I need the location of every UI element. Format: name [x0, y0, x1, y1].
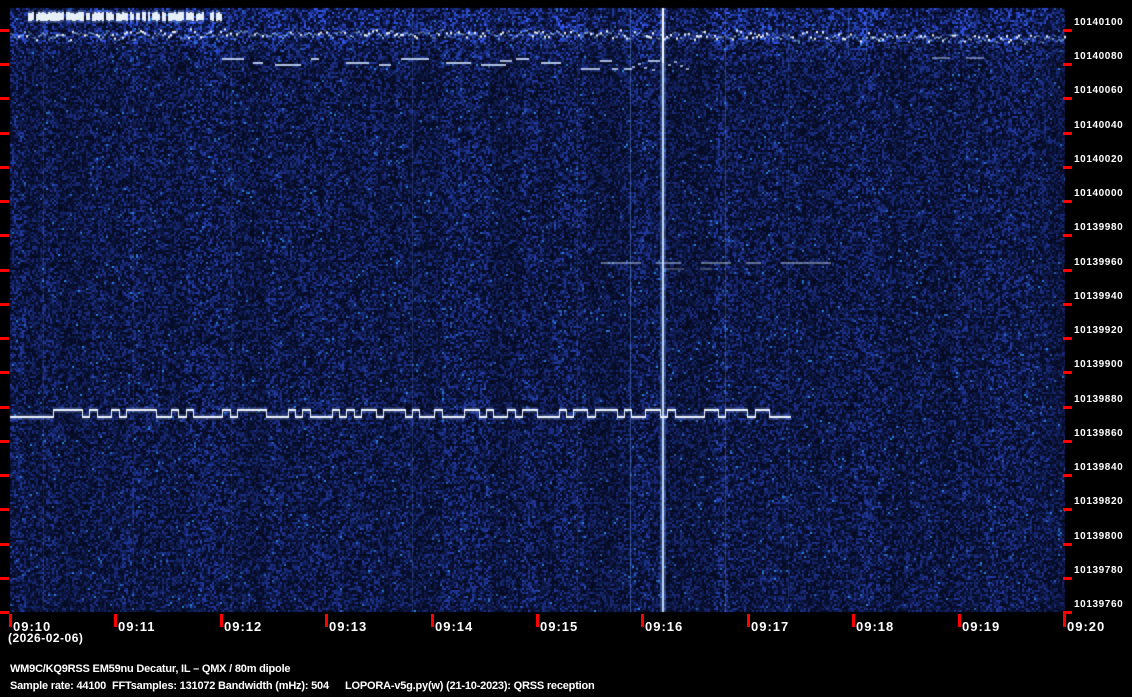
- freq-tick-right: [1063, 166, 1072, 169]
- station-info: WM9C/KQ9RSS EM59nu Decatur, IL – QMX / 8…: [10, 663, 291, 675]
- time-tick: [431, 614, 434, 627]
- freq-tick-right: [1063, 200, 1072, 203]
- freq-tick-right: [1063, 543, 1072, 546]
- freq-tick-right: [1063, 508, 1072, 511]
- freq-tick-right: [1063, 474, 1072, 477]
- time-tick: [958, 614, 961, 627]
- time-tick: [325, 614, 328, 627]
- freq-label: 10140000: [1074, 188, 1124, 199]
- freq-label: 10139920: [1074, 325, 1124, 336]
- freq-tick-left: [0, 97, 9, 100]
- time-label: 09:14: [435, 619, 474, 634]
- freq-tick-right: [1063, 440, 1072, 443]
- freq-label: 10140040: [1074, 120, 1124, 131]
- time-label: 09:16: [645, 619, 684, 634]
- time-label: 09:19: [962, 619, 1001, 634]
- freq-label: 10139980: [1074, 222, 1124, 233]
- qrss-grabber-window: 10140100 10140080 10140060 10140040 10140020…: [0, 0, 1132, 697]
- freq-tick-left: [0, 371, 9, 374]
- time-tick: [747, 614, 750, 627]
- freq-tick-right: [1063, 406, 1072, 409]
- time-tick: [9, 614, 12, 627]
- freq-tick-left: [0, 200, 9, 203]
- freq-tick-left: [0, 611, 9, 614]
- date-label: (2026-02-06): [8, 631, 84, 645]
- time-label: 09:15: [540, 619, 579, 634]
- freq-label: 10139860: [1074, 428, 1124, 439]
- freq-tick-right: [1063, 269, 1072, 272]
- time-tick: [114, 614, 117, 627]
- freq-label: 10140080: [1074, 51, 1124, 62]
- freq-tick-right: [1063, 132, 1072, 135]
- freq-tick-right: [1063, 371, 1072, 374]
- freq-tick-right: [1063, 97, 1072, 100]
- freq-tick-left: [0, 474, 9, 477]
- time-tick: [641, 614, 644, 627]
- time-tick: [536, 614, 539, 627]
- software-info: LOPORA-v5g.py(w) (21-10-2023): QRSS rece…: [345, 680, 595, 692]
- freq-label: 10139960: [1074, 257, 1124, 268]
- time-tick: [1063, 614, 1066, 627]
- freq-tick-left: [0, 234, 9, 237]
- freq-label: 10139800: [1074, 531, 1124, 542]
- time-label: 09:13: [329, 619, 368, 634]
- time-label: 09:17: [751, 619, 790, 634]
- time-label: 09:20: [1067, 619, 1106, 634]
- bandwidth-info: Bandwidth (mHz): 504: [218, 680, 329, 692]
- sample-rate-info: Sample rate: 44100: [10, 680, 107, 692]
- freq-tick-left: [0, 132, 9, 135]
- freq-label: 10139760: [1074, 599, 1124, 610]
- freq-label: 10140060: [1074, 85, 1124, 96]
- freq-label: 10139820: [1074, 496, 1124, 507]
- freq-tick-right: [1063, 234, 1072, 237]
- freq-label: 10139880: [1074, 394, 1124, 405]
- freq-tick-left: [0, 577, 9, 580]
- freq-tick-left: [0, 303, 9, 306]
- freq-tick-right: [1063, 303, 1072, 306]
- freq-tick-left: [0, 166, 9, 169]
- freq-tick-left: [0, 440, 9, 443]
- fft-samples-info: FFTsamples: 131072: [112, 680, 216, 692]
- spectrogram-canvas: [0, 0, 1132, 697]
- freq-tick-left: [0, 29, 9, 32]
- freq-label: 10139840: [1074, 462, 1124, 473]
- freq-label: 10139940: [1074, 291, 1124, 302]
- time-tick: [220, 614, 223, 627]
- time-label: 09:18: [856, 619, 895, 634]
- freq-tick-left: [0, 63, 9, 66]
- freq-label: 10139780: [1074, 565, 1124, 576]
- freq-tick-left: [0, 337, 9, 340]
- freq-label: 10140020: [1074, 154, 1124, 165]
- freq-label: 10139900: [1074, 359, 1124, 370]
- freq-tick-right: [1063, 337, 1072, 340]
- freq-tick-left: [0, 269, 9, 272]
- freq-tick-right: [1063, 29, 1072, 32]
- freq-label: 10140100: [1074, 17, 1124, 28]
- time-tick: [852, 614, 855, 627]
- freq-tick-left: [0, 406, 9, 409]
- freq-tick-left: [0, 508, 9, 511]
- freq-tick-right: [1063, 577, 1072, 580]
- freq-tick-right: [1063, 63, 1072, 66]
- freq-tick-left: [0, 543, 9, 546]
- time-label: 09:11: [118, 619, 156, 634]
- time-label: 09:12: [224, 619, 263, 634]
